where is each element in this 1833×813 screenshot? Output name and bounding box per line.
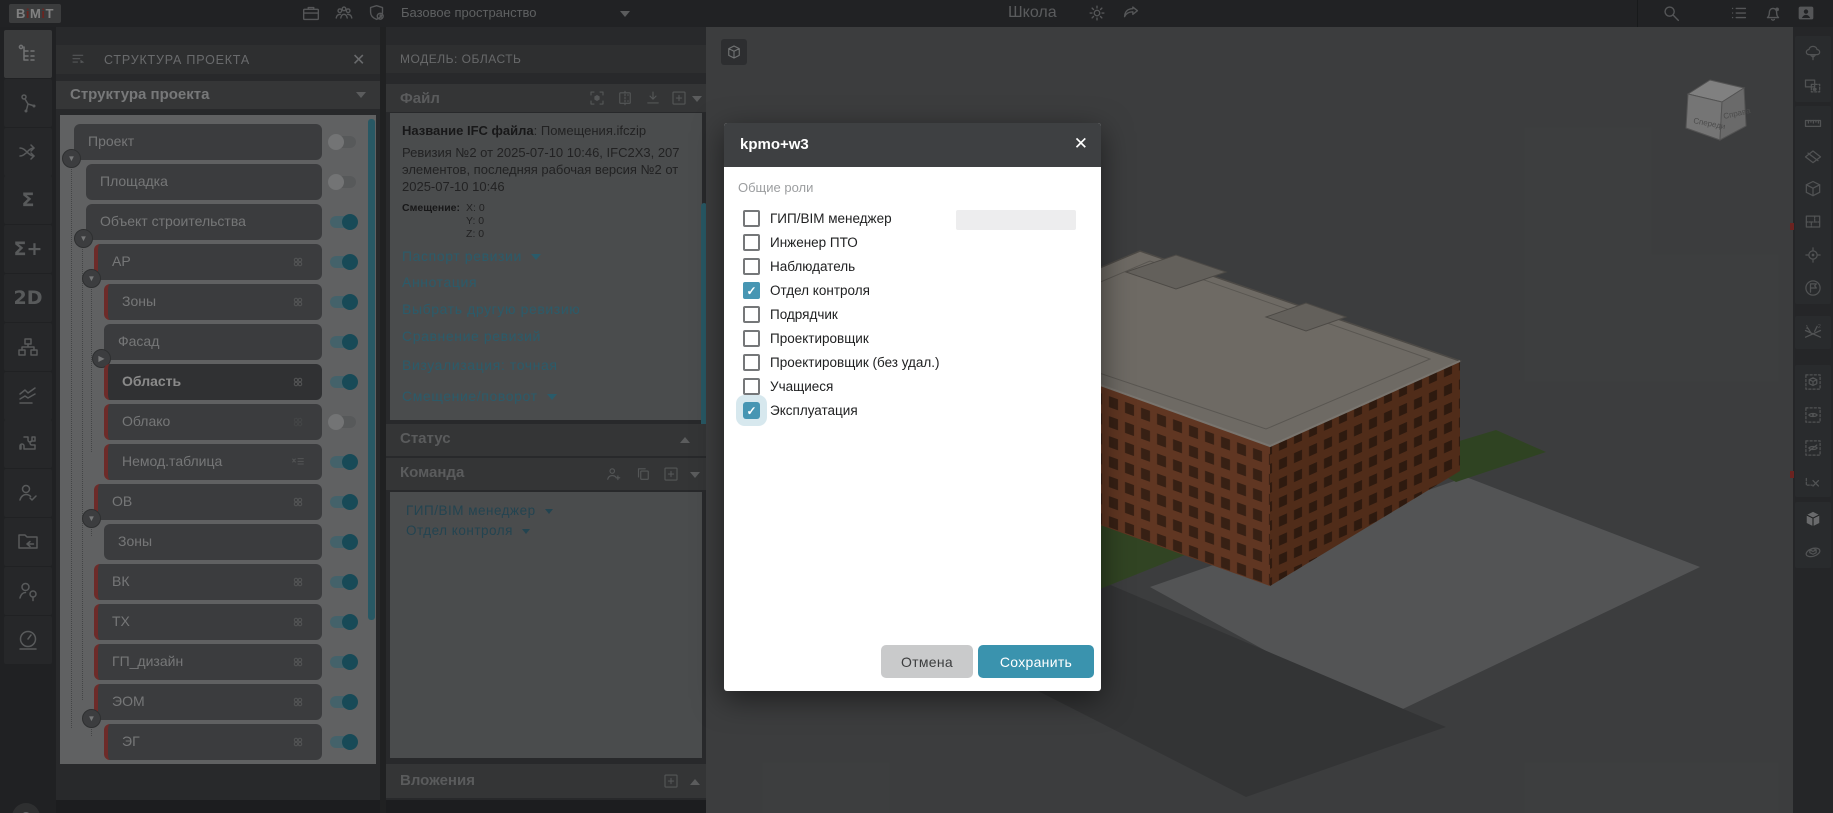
role-row: Учащиеся: [743, 378, 940, 395]
row-hover-highlight: [956, 210, 1076, 230]
role-row: ГИП/BIM менеджер: [743, 210, 940, 227]
roles-list: ГИП/BIM менеджер Инженер ПТО Наблюдатель ✓ О…: [743, 210, 940, 419]
role-checkbox-1[interactable]: [743, 210, 760, 227]
role-checkbox-9[interactable]: ✓: [743, 402, 760, 419]
roles-group-label: Общие роли: [738, 180, 813, 195]
role-row: Проектировщик: [743, 330, 940, 347]
close-icon[interactable]: ✕: [1074, 134, 1088, 154]
app-root: BiMiT Базовое пространство Школа ΣΣ+2D? …: [0, 0, 1833, 813]
role-checkbox-5[interactable]: [743, 306, 760, 323]
role-checkbox-7[interactable]: [743, 354, 760, 371]
role-checkbox-3[interactable]: [743, 258, 760, 275]
role-label[interactable]: Инженер ПТО: [770, 235, 858, 250]
role-label[interactable]: ГИП/BIM менеджер: [770, 211, 892, 226]
cancel-button[interactable]: Отмена: [881, 645, 973, 678]
save-button[interactable]: Сохранить: [978, 645, 1094, 678]
role-label[interactable]: Эксплуатация: [770, 403, 858, 418]
role-label[interactable]: Проектировщик: [770, 331, 869, 346]
role-label[interactable]: Отдел контроля: [770, 283, 870, 298]
role-row: Наблюдатель: [743, 258, 940, 275]
role-row: Инженер ПТО: [743, 234, 940, 251]
role-checkbox-4[interactable]: ✓: [743, 282, 760, 299]
role-checkbox-6[interactable]: [743, 330, 760, 347]
role-label[interactable]: Наблюдатель: [770, 259, 855, 274]
role-label[interactable]: Учащиеся: [770, 379, 833, 394]
role-checkbox-8[interactable]: [743, 378, 760, 395]
role-row: Подрядчик: [743, 306, 940, 323]
dialog-header: kpmo+w3 ✕: [724, 123, 1101, 167]
dialog-title: kpmo+w3: [740, 136, 809, 153]
roles-dialog: kpmo+w3 ✕ Общие роли ГИП/BIM менеджер Инж…: [724, 123, 1101, 691]
role-checkbox-2[interactable]: [743, 234, 760, 251]
role-row: ✓ Эксплуатация: [743, 402, 940, 419]
role-row: Проектировщик (без удал.): [743, 354, 940, 371]
role-label[interactable]: Подрядчик: [770, 307, 838, 322]
role-label[interactable]: Проектировщик (без удал.): [770, 355, 940, 370]
role-row: ✓ Отдел контроля: [743, 282, 940, 299]
